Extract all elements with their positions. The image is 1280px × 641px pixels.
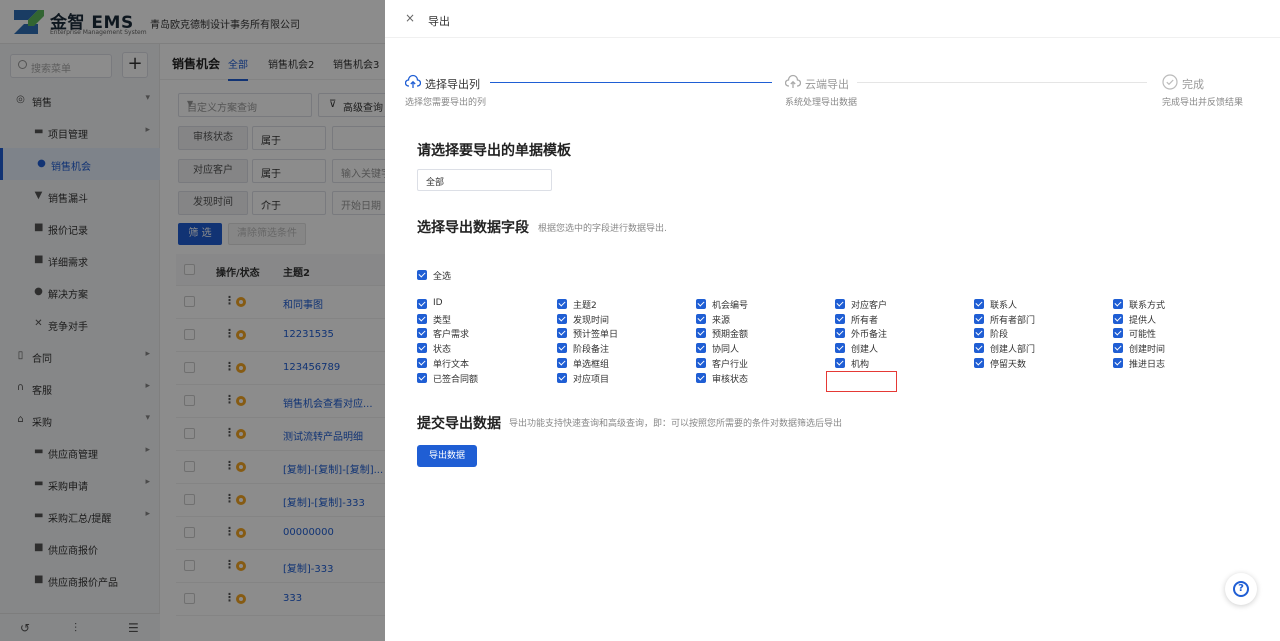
checkbox-checked-icon <box>557 299 567 309</box>
checkbox-checked-icon <box>696 343 706 353</box>
fields-section-description: 根据您选中的字段进行数据导出. <box>538 224 667 234</box>
field-checkbox-label: 机会编号 <box>712 301 749 311</box>
checkbox-checked-icon <box>974 299 984 309</box>
field-checkbox-label: 联系人 <box>990 301 1018 311</box>
field-checkbox-label: 外币备注 <box>851 330 888 340</box>
export-drawer: × 导出 选择导出列 选择您需要导出的列 云端导出 系统处理导出数据 完成 完成… <box>385 0 1280 641</box>
submit-section-description: 导出功能支持快速查询和高级查询，即：可以按照您所需要的条件对数据筛选后导出 <box>509 419 843 429</box>
step-description: 系统处理导出数据 <box>785 98 858 108</box>
highlight-box <box>826 371 897 392</box>
field-checkbox-label: 推进日志 <box>1129 360 1166 370</box>
field-checkbox-label: 协同人 <box>712 345 740 355</box>
fields-section-title: 选择导出数据字段 <box>417 220 529 236</box>
checkbox-checked-icon <box>417 343 427 353</box>
field-checkbox-label: 发现时间 <box>573 316 610 326</box>
field-checkbox-label: 对应项目 <box>573 375 610 385</box>
field-checkbox-label: ID <box>433 298 443 308</box>
checkbox-checked-icon <box>974 343 984 353</box>
checkbox-checked-icon <box>835 328 845 338</box>
field-checkbox-label: 预期金额 <box>712 330 749 340</box>
field-checkbox-label: 阶段备注 <box>573 345 610 355</box>
checkbox-checked-icon <box>835 299 845 309</box>
drawer-overlay-mask[interactable] <box>0 0 385 641</box>
field-checkbox-label: 创建人部门 <box>990 345 1036 355</box>
checkbox-checked-icon <box>557 328 567 338</box>
field-checkbox-label: 所有者 <box>851 316 879 326</box>
checkbox-checked-icon <box>417 314 427 324</box>
checkbox-checked-icon <box>974 328 984 338</box>
chevron-down-icon: ⌄ <box>426 173 434 183</box>
field-checkbox-label: 停留天数 <box>990 360 1027 370</box>
field-checkbox-label: 阶段 <box>990 330 1009 340</box>
step-connector <box>857 82 1147 83</box>
step-description: 完成导出并反馈结果 <box>1162 98 1244 108</box>
template-select[interactable]: 全部 ⌄ <box>417 169 552 191</box>
field-checkbox-label: 单选框组 <box>573 360 610 370</box>
checkbox-checked-icon <box>696 373 706 383</box>
field-checkbox-label: 预计签单日 <box>573 330 619 340</box>
checkbox-checked-icon <box>974 358 984 368</box>
step-connector-active <box>490 82 772 83</box>
field-checkbox-label: 创建人 <box>851 345 879 355</box>
checkbox-checked-icon <box>557 358 567 368</box>
checkbox-checked-icon <box>557 314 567 324</box>
step-title: 选择导出列 <box>425 78 480 91</box>
checkbox-label: 全选 <box>433 272 452 282</box>
checkbox-checked-icon <box>696 358 706 368</box>
checkbox-checked-icon <box>835 358 845 368</box>
check-circle-icon <box>1162 74 1178 90</box>
field-checkbox-label: 联系方式 <box>1129 301 1166 311</box>
checkbox-checked-icon <box>696 328 706 338</box>
field-checkbox-label: 状态 <box>433 345 452 355</box>
step-description: 选择您需要导出的列 <box>405 98 487 108</box>
checkbox-checked-icon <box>557 373 567 383</box>
checkbox-checked-icon <box>1113 299 1123 309</box>
checkbox-checked-icon <box>696 314 706 324</box>
checkbox-checked-icon <box>835 343 845 353</box>
field-checkbox-label: 客户需求 <box>433 330 470 340</box>
field-checkbox-label: 可能性 <box>1129 330 1157 340</box>
step-title: 云端导出 <box>805 78 849 91</box>
checkbox-checked-icon <box>417 328 427 338</box>
submit-section-title: 提交导出数据 <box>417 416 501 432</box>
help-button[interactable]: ? <box>1225 573 1257 605</box>
field-checkbox-label: 来源 <box>712 316 731 326</box>
field-checkbox-label: 已签合同额 <box>433 375 479 385</box>
field-checkbox-label: 类型 <box>433 316 452 326</box>
cloud-upload-icon <box>785 74 801 88</box>
checkbox-checked-icon <box>417 299 427 309</box>
step-title: 完成 <box>1182 78 1204 91</box>
field-checkbox-label: 提供人 <box>1129 316 1157 326</box>
checkbox-checked-icon <box>417 270 427 280</box>
help-icon: ? <box>1233 581 1249 597</box>
checkbox-checked-icon <box>1113 343 1123 353</box>
checkbox-checked-icon <box>1113 314 1123 324</box>
field-checkbox-label: 对应客户 <box>851 301 888 311</box>
template-section-title: 请选择要导出的单据模板 <box>417 143 571 159</box>
field-checkbox-label: 审核状态 <box>712 375 749 385</box>
checkbox-checked-icon <box>417 358 427 368</box>
checkbox-checked-icon <box>696 299 706 309</box>
close-icon[interactable]: × <box>405 11 415 25</box>
checkbox-checked-icon <box>1113 328 1123 338</box>
checkbox-checked-icon <box>1113 358 1123 368</box>
field-checkbox-label: 所有者部门 <box>990 316 1036 326</box>
field-checkbox-label: 客户行业 <box>712 360 749 370</box>
checkbox-checked-icon <box>557 343 567 353</box>
checkbox-checked-icon <box>974 314 984 324</box>
field-checkbox-label: 单行文本 <box>433 360 470 370</box>
field-checkbox-label: 创建时间 <box>1129 345 1166 355</box>
export-data-button[interactable]: 导出数据 <box>417 445 477 467</box>
field-checkbox-label: 机构 <box>851 360 870 370</box>
checkbox-checked-icon <box>835 314 845 324</box>
checkbox-checked-icon <box>417 373 427 383</box>
cloud-upload-icon <box>405 74 421 88</box>
drawer-title: 导出 <box>428 15 450 28</box>
drawer-header: × 导出 <box>385 0 1280 38</box>
field-checkbox-label: 主题2 <box>573 301 597 311</box>
